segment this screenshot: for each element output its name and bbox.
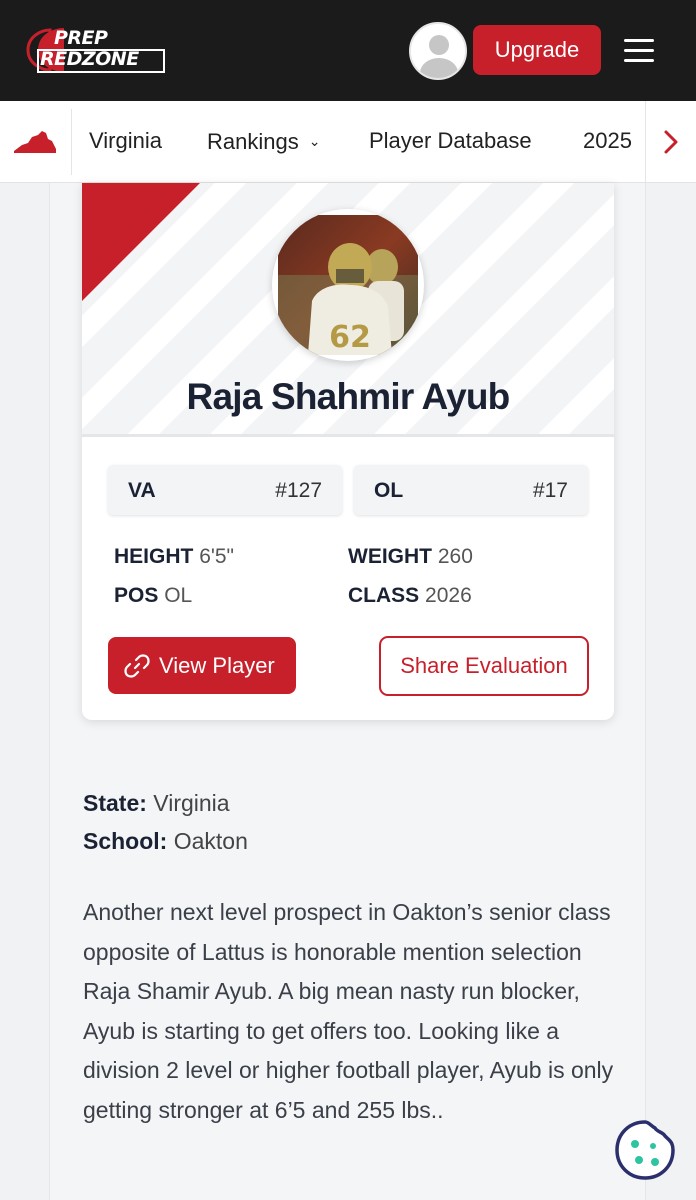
state-info-label: State: [83,790,147,816]
subnav-item-rankings-label: Rankings [207,129,299,154]
prep-redzone-logo[interactable]: PREP REDZONE [24,26,166,74]
state-info: State: Virginia [83,790,230,817]
stat-height-label: HEIGHT [114,545,194,568]
player-name: Raja Shahmir Ayub [186,376,511,417]
subnav-item-virginia[interactable]: Virginia [89,127,162,155]
avatar-head [429,35,449,55]
subnav-item-rankings[interactable]: Rankings ⌄ [207,127,320,156]
state-rank-label: VA [128,479,156,502]
state-subnav: Virginia Rankings ⌄ Player Database 2025 [0,101,696,183]
stat-position-label: POS [114,584,159,607]
evaluation-text: Another next level prospect in Oakton’s … [83,899,614,1123]
stat-position-value: OL [164,584,193,607]
chevron-down-icon: ⌄ [308,133,321,149]
svg-text:62: 62 [329,320,371,355]
stat-height: HEIGHT 6'5" [114,545,234,569]
state-rank-value: #127 [275,479,322,502]
player-photo-image: 62 [278,215,418,355]
avatar-body [420,58,458,78]
stat-weight-value: 260 [437,545,473,568]
school-info-label: School: [83,828,168,854]
subnav-divider [645,101,646,183]
top-header: PREP REDZONE Upgrade [0,0,696,101]
card-corner-accent [82,183,200,301]
stat-position: POS OL [114,584,192,608]
logo-text-prep: PREP [54,27,108,49]
stat-class-label: CLASS [348,584,420,607]
school-info: School: Oakton [83,828,248,855]
cookie-icon[interactable] [613,1118,677,1182]
share-evaluation-button[interactable]: Share Evaluation [379,636,589,696]
hamburger-menu-icon[interactable] [624,37,654,63]
position-rank-label: OL [374,479,404,502]
position-rank-value: #17 [532,479,568,502]
stat-weight: WEIGHT 260 [348,545,473,569]
subnav-item-player-database[interactable]: Player Database [369,127,532,155]
player-card-header: 62 Raja Shahmir Ayub [82,183,614,437]
user-avatar-icon[interactable] [409,22,467,80]
view-player-button[interactable]: View Player [108,637,296,694]
subnav-item-2025[interactable]: 2025 [583,127,632,155]
link-icon [124,654,150,678]
stat-class: CLASS 2026 [348,584,472,608]
state-rank-badge: VA #127 [108,465,342,515]
stat-height-value: 6'5" [199,545,235,568]
stat-class-value: 2026 [425,584,472,607]
virginia-state-icon[interactable] [12,129,58,155]
position-rank-badge: OL #17 [354,465,588,515]
player-card: 62 Raja Shahmir Ayub VA #127 OL #17 HEIG… [82,183,614,720]
chevron-right-icon[interactable] [659,127,683,157]
card-header-divider [82,434,614,437]
player-photo: 62 [272,209,424,361]
logo-text-redzone: REDZONE [40,48,139,70]
stat-weight-label: WEIGHT [348,545,432,568]
view-player-label: View Player [159,653,275,678]
state-info-value: Virginia [153,790,230,816]
school-info-value: Oakton [173,828,248,854]
subnav-divider [71,109,72,175]
upgrade-button[interactable]: Upgrade [473,25,601,75]
